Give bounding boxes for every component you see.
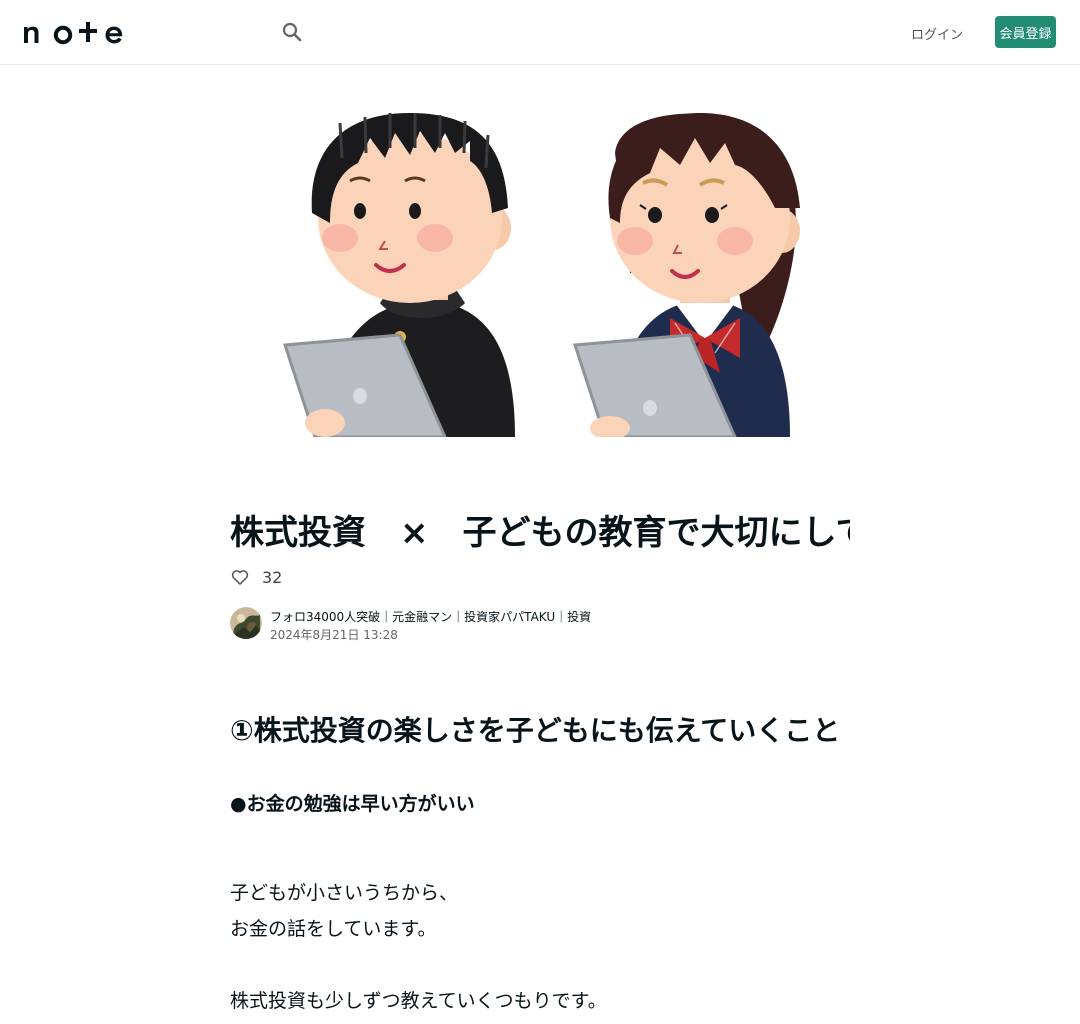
site-header: note ログイン 会員登録 <box>0 0 1080 65</box>
eyecatch-image <box>230 113 850 437</box>
bullet-heading: ●お金の勉強は早い方がいい <box>230 793 475 815</box>
post-date: 2024年8月21日 13:28 <box>270 628 398 642</box>
section-heading: ①株式投資の楽しさを子どもにも伝えていくこと <box>230 714 841 747</box>
like-count: 32 <box>262 567 283 587</box>
avatar[interactable] <box>230 607 262 639</box>
body-paragraph: 株式投資も少しずつ教えていくつもりです。 <box>230 990 607 1012</box>
note-logo[interactable]: note <box>24 19 124 45</box>
like-section: 32 <box>230 566 282 588</box>
body-paragraph: 子どもが小さいうちから、 <box>230 882 459 904</box>
article-title: 株式投資 × 子どもの教育で大切にしている５つのこと <box>230 513 850 553</box>
author-name[interactable]: フォロ34000人突破｜元金融マン｜投資家パパTAKU｜投資 <box>270 608 591 625</box>
login-link[interactable]: ログイン <box>911 24 963 43</box>
body-paragraph: お金の話をしています。 <box>230 918 437 940</box>
heart-icon[interactable] <box>230 567 250 587</box>
search-icon[interactable] <box>280 20 304 44</box>
signup-button[interactable]: 会員登録 <box>995 16 1056 48</box>
author-info: フォロ34000人突破｜元金融マン｜投資家パパTAKU｜投資 2024年8月21… <box>230 607 850 642</box>
